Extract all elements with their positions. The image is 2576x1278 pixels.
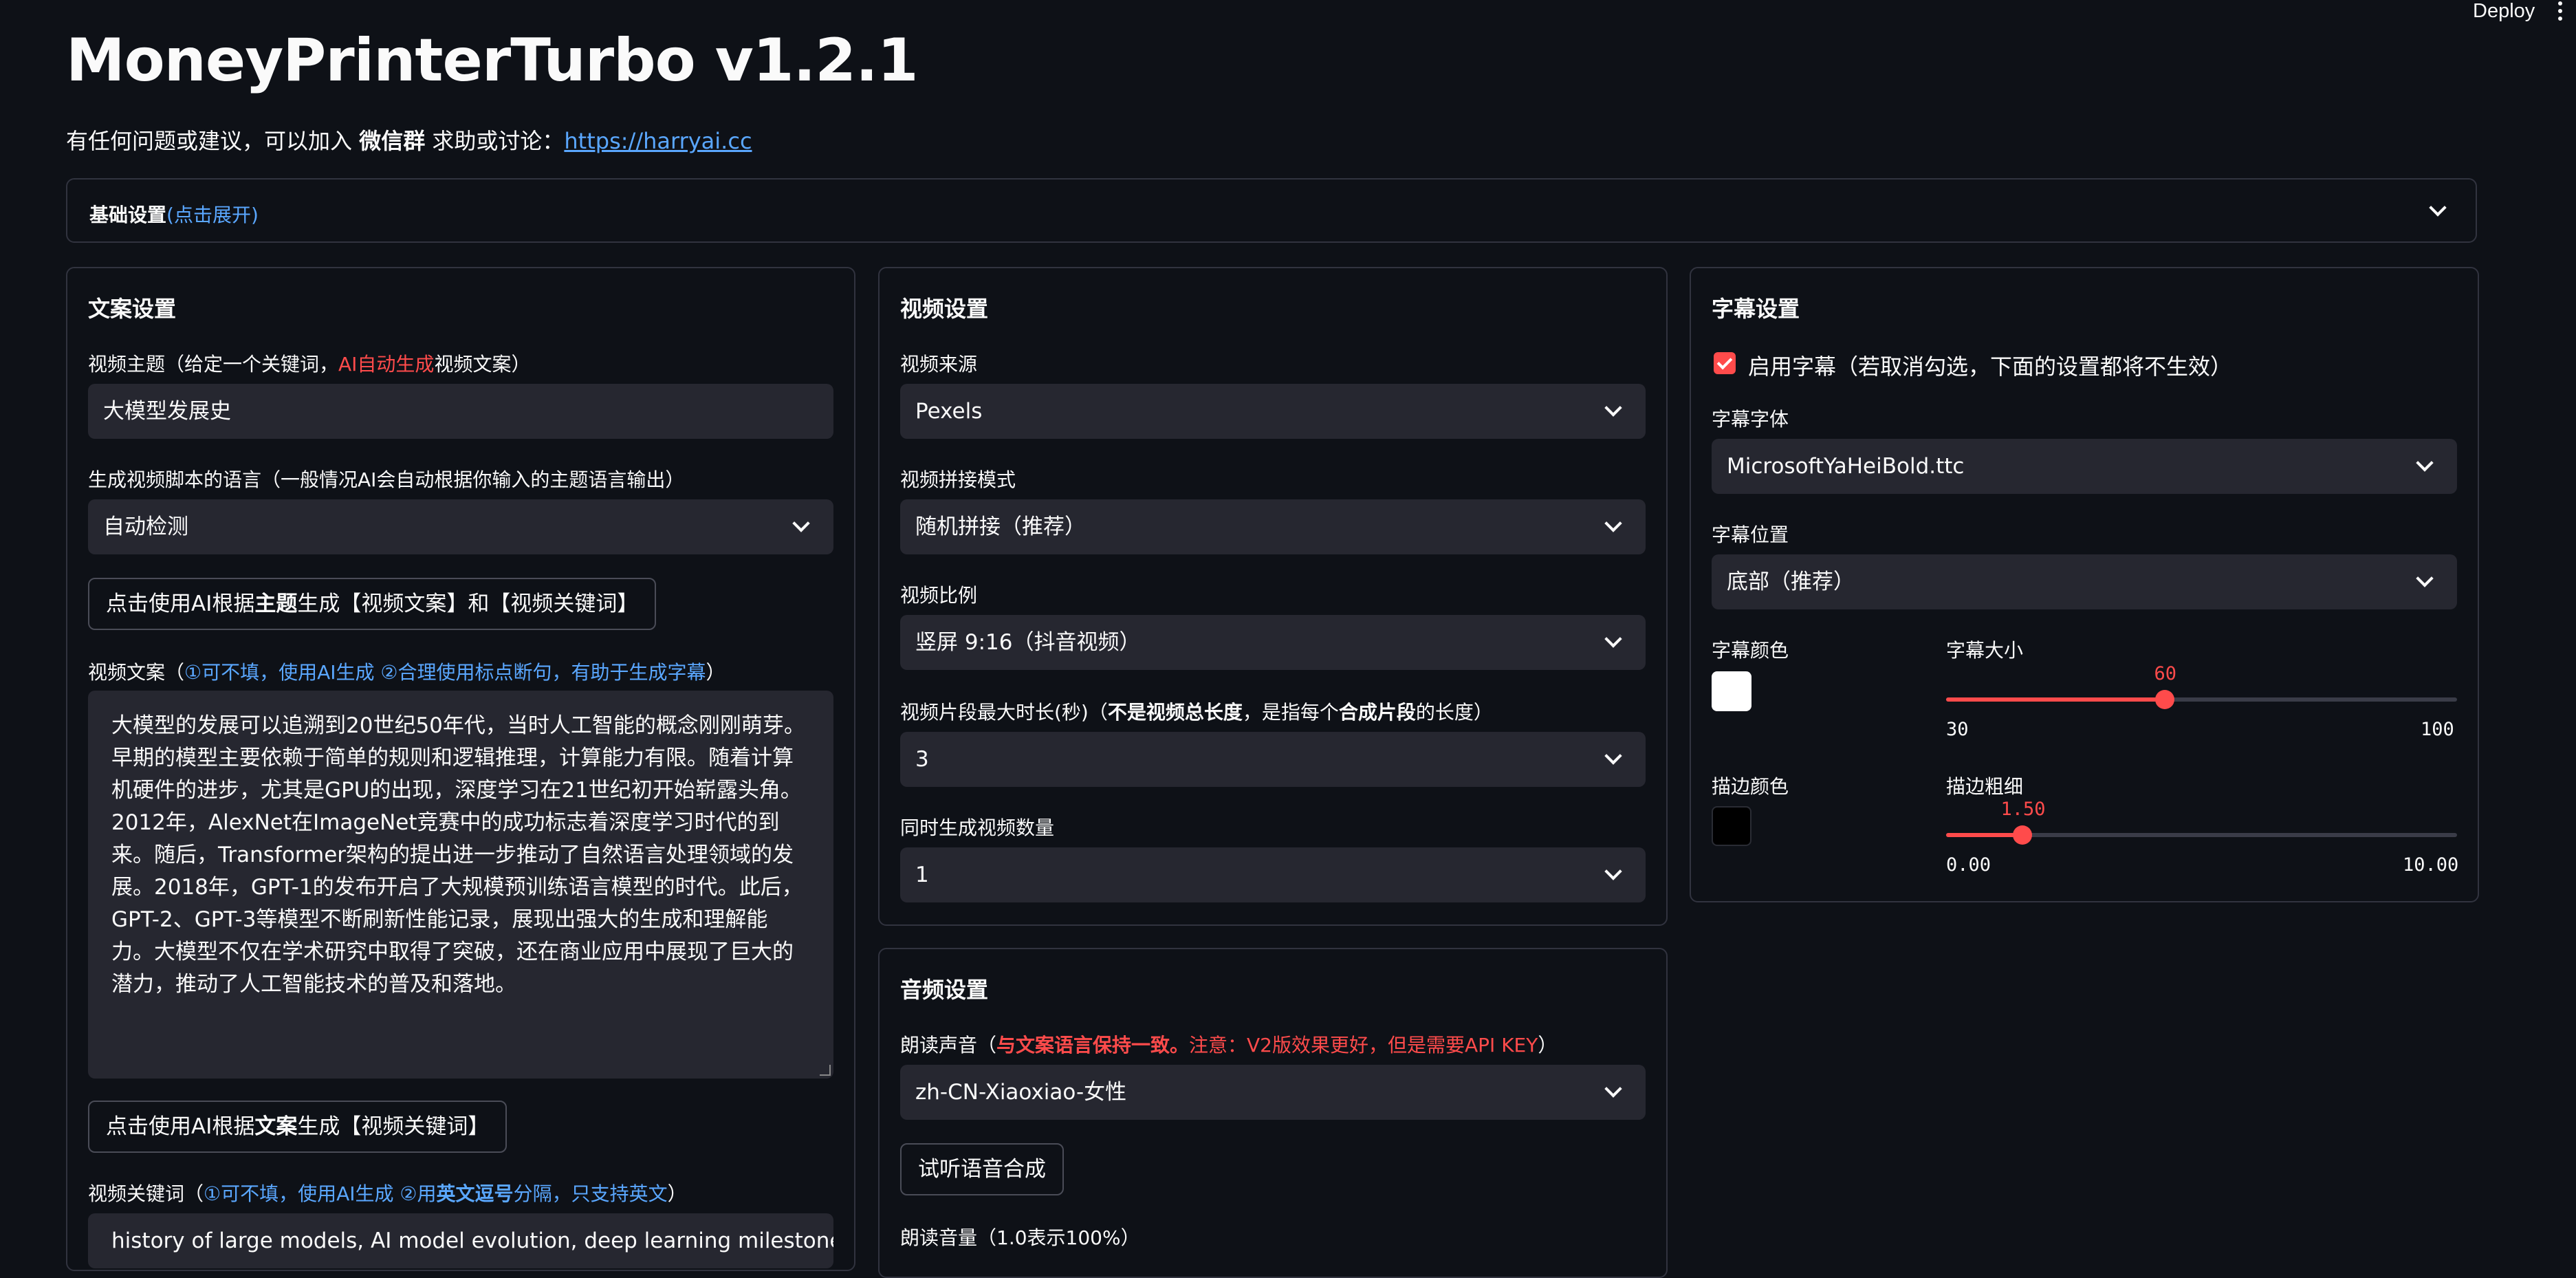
subtitle-color-picker[interactable] [1712,671,1751,711]
subtitle-position-select[interactable]: 底部（推荐） [1712,554,2457,609]
subtitle-font-select[interactable]: MicrosoftYaHeiBold.ttc [1712,439,2457,494]
voice-volume-label: 朗读音量（1.0表示100%） [900,1226,1140,1249]
chevron-down-icon [2429,199,2447,217]
script-language-select[interactable]: 自动检测 [88,499,833,554]
basic-settings-hint: (点击展开) [166,204,259,226]
video-concat-label: 视频拼接模式 [900,468,1016,491]
video-settings-title: 视频设置 [900,296,989,322]
enable-subtitle-label[interactable]: 启用字幕（若取消勾选，下面的设置都将不生效） [1748,349,2232,381]
subtitle-size-slider[interactable]: 60 [1946,663,2457,709]
subtitle-settings-title: 字幕设置 [1712,296,1800,322]
chevron-down-icon [2416,454,2434,472]
page-title: MoneyPrinterTurbo v1.2.1 [66,26,919,95]
video-count-label: 同时生成视频数量 [900,816,1055,839]
audio-settings-title: 音频设置 [900,977,989,1003]
generate-keywords-button[interactable]: 点击使用AI根据文案生成【视频关键词】 [88,1101,507,1153]
chevron-down-icon [2416,570,2434,587]
clip-duration-select[interactable]: 3 [900,732,1646,787]
video-aspect-label: 视频比例 [900,584,978,607]
video-aspect-select[interactable]: 竖屏 9:16（抖音视频） [900,615,1646,670]
slider-fill [1946,697,2165,702]
voice-select[interactable]: zh-CN-Xiaoxiao-女性 [900,1065,1646,1120]
deploy-button[interactable]: Deploy [2473,0,2535,23]
chevron-down-icon [1604,1080,1622,1098]
subtitle-prefix: 有任何问题或建议，可以加入 [66,128,360,154]
video-keywords-label: 视频关键词（①可不填，使用AI生成 ②用英文逗号分隔，只支持英文） [88,1182,687,1205]
basic-settings-expander[interactable]: 基础设置(点击展开) [66,178,2477,243]
subtitle-wechat: 微信群 [359,128,426,154]
video-source-label: 视频来源 [900,353,978,376]
subtitle-size-max: 100 [2421,719,2454,740]
subtitle-position-label: 字幕位置 [1712,523,1789,546]
slider-fill [1946,833,2023,837]
chevron-down-icon [1604,747,1622,765]
chevron-down-icon [1604,399,1622,417]
stroke-color-picker[interactable] [1712,806,1751,846]
stroke-width-max: 10.00 [2403,854,2459,876]
stroke-width-label: 描边粗细 [1946,775,2024,798]
stroke-color-label: 描边颜色 [1712,775,1789,798]
stroke-width-value: 1.50 [2000,799,2046,820]
stroke-width-slider[interactable]: 1.50 [1946,799,2457,845]
video-count-select[interactable]: 1 [900,847,1646,902]
subtitle-size-min: 30 [1946,719,1969,740]
stroke-width-min: 0.00 [1946,854,1991,876]
generate-script-and-keywords-button[interactable]: 点击使用AI根据主题生成【视频文案】和【视频关键词】 [88,578,657,630]
video-concat-select[interactable]: 随机拼接（推荐） [900,499,1646,554]
chevron-down-icon [1604,863,1622,880]
video-keywords-input[interactable]: history of large models, AI model evolut… [88,1213,833,1268]
video-script-textarea[interactable]: 大模型的发展可以追溯到20世纪50年代，当时人工智能的概念刚刚萌芽。早期的模型主… [88,691,833,1079]
chevron-down-icon [1604,515,1622,532]
page-subtitle: 有任何问题或建议，可以加入 微信群 求助或讨论：https://harryai.… [66,124,752,155]
resize-handle-icon[interactable] [820,1065,831,1076]
subtitle-color-label: 字幕颜色 [1712,639,1789,662]
main-menu-icon[interactable] [2558,1,2565,24]
video-subject-label: 视频主题（给定一个关键词，AI自动生成视频文案） [88,353,531,376]
script-language-label: 生成视频脚本的语言（一般情况AI会自动根据你输入的主题语言输出） [88,468,685,491]
chevron-down-icon [792,515,810,532]
enable-subtitle-checkbox[interactable] [1714,352,1736,374]
harryai-link[interactable]: https://harryai.cc [564,128,752,154]
subtitle-mid: 求助或讨论： [425,128,565,154]
video-script-label: 视频文案（①可不填，使用AI生成 ②合理使用标点断句，有助于生成字幕） [88,661,725,684]
video-script-text: 大模型的发展可以追溯到20世纪50年代，当时人工智能的概念刚刚萌芽。早期的模型主… [111,713,805,997]
voice-label: 朗读声音（与文案语言保持一致。注意：V2版效果更好，但是需要API KEY） [900,1034,1558,1057]
video-subject-input[interactable]: 大模型发展史 [88,384,833,439]
script-settings-title: 文案设置 [88,296,177,322]
subtitle-size-value: 60 [2154,663,2176,684]
chevron-down-icon [1604,630,1622,648]
subtitle-size-label: 字幕大小 [1946,639,2024,662]
video-source-select[interactable]: Pexels [900,384,1646,439]
subtitle-font-label: 字幕字体 [1712,408,1789,431]
basic-settings-label: 基础设置(点击展开) [89,204,259,226]
clip-duration-label: 视频片段最大时长(秒)（不是视频总长度，是指每个合成片段的长度） [900,701,1493,724]
preview-voice-button[interactable]: 试听语音合成 [900,1143,1064,1195]
